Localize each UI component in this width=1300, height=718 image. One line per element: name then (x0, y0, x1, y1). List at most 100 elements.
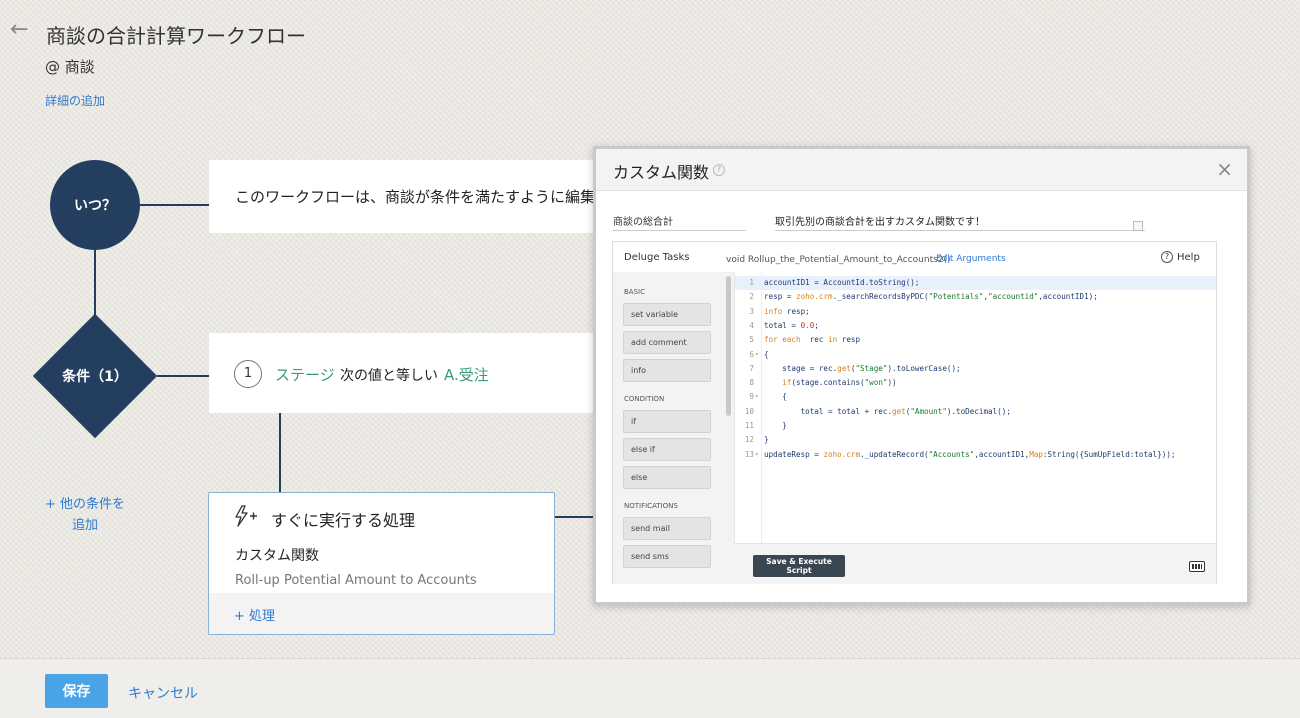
code-line[interactable]: 13 ▾ updateResp = zoho.crm._updateRecord("… (735, 448, 1216, 462)
add-condition-line-1: + 他の条件を (44, 497, 126, 512)
line-number: 2 (749, 292, 754, 302)
action-name: Roll-up Potential Amount to Accounts (235, 573, 477, 588)
line-number: 12 (744, 435, 754, 445)
function-description-field[interactable] (775, 211, 1145, 231)
module-label: @ 商談 (45, 58, 95, 76)
task-add-comment[interactable]: add comment (623, 331, 711, 354)
edit-arguments-link[interactable]: Edit Arguments (936, 254, 1006, 264)
code-line[interactable]: 7 stage = rec.get("Stage").toLowerCase()… (735, 362, 1216, 376)
code-line[interactable]: 8 if(stage.contains("won")) (735, 376, 1216, 390)
help-circle-icon[interactable]: ? (713, 164, 725, 176)
when-card[interactable]: このワークフローは、商談が条件を満たすように編集 (209, 160, 609, 233)
connector-action-to-modal (555, 516, 593, 518)
line-number: 6 (749, 349, 754, 359)
connector-condition-to-card (157, 375, 209, 377)
back-arrow-icon[interactable]: ← (10, 18, 34, 42)
code-line[interactable]: 9 ▾ { (735, 390, 1216, 404)
code-text: total = 0.0; (764, 320, 819, 330)
condition-number-badge: 1 (234, 360, 262, 388)
help-button[interactable]: ? Help (1161, 251, 1200, 263)
keyboard-icon[interactable] (1189, 561, 1205, 572)
add-action-link[interactable]: + 処理 (234, 605, 275, 624)
line-number: 7 (749, 363, 754, 373)
code-line[interactable]: 10 total = total + rec.get("Amount").toD… (735, 405, 1216, 419)
task-section-basic: BASIC (624, 288, 645, 296)
code-line[interactable]: 5 for each rec in resp (735, 333, 1216, 347)
add-details-link[interactable]: 詳細の追加 (45, 92, 105, 109)
code-text: total = total + rec.get("Amount").toDeci… (764, 406, 1011, 416)
page-title: 商談の合計計算ワークフロー (46, 24, 306, 48)
fold-arrow-icon[interactable]: ▾ (755, 348, 759, 362)
code-editor[interactable]: 1 accountID1 = AccountId.toString(); 2 resp… (734, 272, 1216, 543)
when-node-label: いつ？ (74, 198, 116, 214)
deluge-tasks-panel: BASIC set variable add comment info COND… (613, 272, 734, 584)
editor-toolbar: Deluge Tasks void Rollup_the_Potential_A… (613, 242, 1216, 272)
action-card-footer: + 処理 (209, 593, 554, 634)
cancel-link[interactable]: キャンセル (128, 683, 198, 703)
code-line[interactable]: 6 ▾ { (735, 348, 1216, 362)
deluge-tasks-title: Deluge Tasks (624, 252, 690, 263)
tasks-scrollbar[interactable] (726, 276, 731, 416)
editor-footer: Save & Execute Script (734, 543, 1216, 584)
code-line[interactable]: 1 accountID1 = AccountId.toString(); (735, 276, 1216, 290)
question-icon: ? (1161, 251, 1173, 263)
code-text: } (764, 435, 769, 445)
task-info[interactable]: info (623, 359, 711, 382)
task-else[interactable]: else (623, 466, 711, 489)
code-text: accountID1 = AccountId.toString(); (764, 278, 920, 287)
deluge-editor: Deluge Tasks void Rollup_the_Potential_A… (612, 241, 1217, 584)
line-number: 10 (744, 406, 754, 416)
custom-function-modal: カスタム関数 ? × Deluge Tasks void Rollup_the_… (593, 146, 1250, 605)
when-trigger-text: このワークフローは、商談が条件を満たすように編集 (235, 188, 596, 206)
line-number: 11 (744, 421, 754, 430)
code-text: resp = zoho.crm._searchRecordsByPDC("Pot… (764, 292, 1098, 302)
modal-header: カスタム関数 ? × (596, 149, 1247, 191)
add-condition-line-2: 追加 (71, 518, 98, 533)
save-execute-button[interactable]: Save & Execute Script (753, 555, 845, 577)
lightning-bolt-icon (235, 505, 257, 527)
task-send-sms[interactable]: send sms (623, 545, 711, 568)
connector-when-to-card (140, 204, 210, 206)
task-else-if[interactable]: else if (623, 438, 711, 461)
task-send-mail[interactable]: send mail (623, 517, 711, 540)
code-line[interactable]: 11 } (735, 419, 1216, 433)
code-line[interactable]: 12} (735, 433, 1216, 447)
code-text: } (764, 421, 787, 430)
line-number: 1 (749, 278, 754, 287)
resize-handle-icon[interactable] (1133, 221, 1143, 231)
task-if[interactable]: if (623, 410, 711, 433)
task-set-variable[interactable]: set variable (623, 303, 711, 326)
when-node[interactable]: いつ？ (50, 160, 140, 250)
fold-arrow-icon[interactable]: ▾ (755, 448, 759, 462)
code-text: if(stage.contains("won")) (782, 378, 897, 388)
code-text: info resp; (764, 306, 810, 316)
code-text: { (764, 392, 787, 402)
help-label: Help (1177, 251, 1200, 263)
code-text: for each rec in resp (764, 335, 861, 345)
close-icon[interactable]: × (1216, 157, 1233, 181)
line-number: 13 (744, 449, 754, 459)
function-signature: void Rollup_the_Potential_Amount_to_Acco… (726, 255, 951, 265)
action-card-title: すぐに実行する処理 (271, 511, 416, 530)
code-line[interactable]: 2 resp = zoho.crm._searchRecordsByPDC("Po… (735, 290, 1216, 304)
connector-condition-to-action (279, 413, 281, 493)
condition-field: ステージ (275, 366, 335, 384)
line-number: 9 (749, 392, 754, 402)
task-section-condition: CONDITION (624, 395, 665, 403)
line-number: 4 (749, 320, 754, 330)
instant-action-card[interactable]: すぐに実行する処理 カスタム関数 Roll-up Potential Amoun… (208, 492, 555, 635)
line-number: 8 (749, 378, 754, 388)
condition-operator: 次の値と等しい (340, 368, 438, 384)
task-section-notifications: NOTIFICATIONS (624, 502, 678, 510)
code-text: stage = rec.get("Stage").toLowerCase(); (764, 363, 961, 373)
line-number: 3 (749, 306, 754, 316)
save-button[interactable]: 保存 (45, 674, 108, 708)
condition-card[interactable]: 1 ステージ 次の値と等しい A.受注 (209, 333, 609, 413)
add-condition-link[interactable]: + 他の条件を 追加 (30, 494, 140, 536)
code-line[interactable]: 3 info resp; (735, 305, 1216, 319)
function-name-field[interactable] (613, 211, 746, 231)
fold-arrow-icon[interactable]: ▾ (755, 390, 759, 404)
line-number: 5 (749, 335, 754, 345)
modal-title: カスタム関数 (613, 163, 710, 182)
code-line[interactable]: 4 total = 0.0; (735, 319, 1216, 333)
